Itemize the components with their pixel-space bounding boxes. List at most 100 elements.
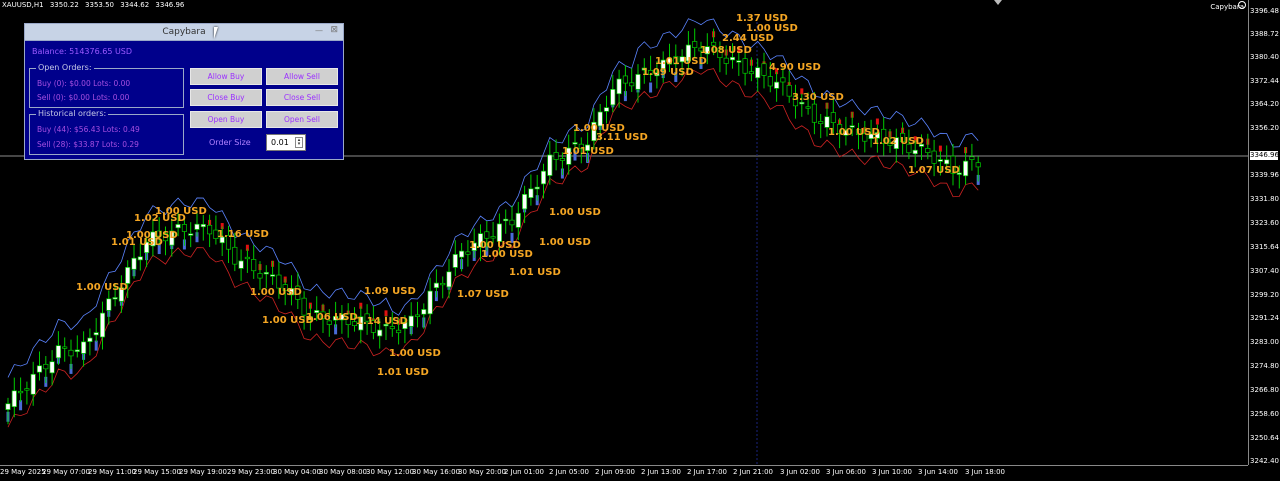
allow-sell-button[interactable]: Allow Sell [266,68,338,85]
price-tick-label: 3315.64 [1250,243,1279,251]
price-tick-label: 3307.40 [1250,267,1279,275]
candle-body [24,388,30,391]
shift-marker-icon[interactable] [994,0,1002,5]
price-tick-label: 3364.20 [1250,100,1279,108]
close-icon[interactable]: ⊠ [330,25,338,35]
trade-profit-label: 1.14 USD [356,316,408,327]
open-sell-button[interactable]: Open Sell [266,111,338,128]
candle-body [377,329,383,337]
balance-label: Balance: 514376.65 USD [32,47,133,56]
spinner-icon[interactable]: ▴ ▾ [295,137,303,148]
close-buy-button[interactable]: Close Buy [190,89,262,106]
ea-panel[interactable]: Capybara — ⊠ Balance: 514376.65 USD Open… [24,23,344,160]
close-sell-button[interactable]: Close Sell [266,89,338,106]
hist-buy-summary: Buy (44): $56.43 Lots: 0.49 [37,125,140,134]
trade-profit-label: 1.16 USD [217,229,269,240]
order-size-label: Order Size [209,138,251,147]
candle-body [251,259,257,272]
time-tick-label: 3 Jun 10:00 [872,468,913,476]
candle-body [5,403,11,410]
candle-body [553,152,559,160]
candle-body [503,218,509,222]
candle-body [81,341,87,354]
price-tick-label: 3283.00 [1250,338,1279,346]
trade-profit-label: 1.01 USD [655,56,707,67]
candle-body [49,361,55,374]
open-orders-group: Open Orders: Buy (0): $0.00 Lots: 0.00 S… [29,63,184,108]
trade-profit-label: 1.09 USD [364,286,416,297]
trade-profit-label: 1.02 USD [872,136,924,147]
mouse-cursor-icon [214,27,218,39]
candle-body [459,250,465,258]
time-tick-label: 29 May 2025 [0,468,46,476]
price-scale[interactable]: 3396.48 3388.72 3380.40 3372.44 3364.20 3356.… [1248,0,1280,465]
candle-body [408,315,414,327]
trend-block [94,340,98,351]
smile-icon[interactable] [1238,1,1246,9]
minimize-icon[interactable]: — [315,26,323,35]
time-tick-label: 2 Jun 13:00 [641,468,682,476]
ea-titlebar[interactable]: Capybara — ⊠ [25,24,343,41]
high-value: 3353.50 [85,1,114,9]
trade-profit-label: 3.11 USD [596,132,648,143]
candle-body [106,298,112,311]
time-tick-label: 29 May 23:00 [227,468,276,476]
candle-body [175,224,181,229]
historical-orders-group: Historical orders: Buy (44): $56.43 Lots… [29,109,184,155]
candle-body [534,186,540,190]
candle-body [427,290,433,315]
trade-profit-label: 1.09 USD [642,67,694,78]
trade-profit-label: 1.00 USD [126,230,178,241]
time-tick-label: 30 May 16:00 [412,468,461,476]
candle-body [263,272,269,275]
symbol-label: XAUUSD,H1 [2,1,44,9]
time-tick-label: 2 Jun 01:00 [504,468,545,476]
candle-body [18,390,24,394]
price-tick-label: 3242.40 [1250,457,1279,465]
candle-body [528,188,534,198]
candle-body [509,219,515,226]
candle-body [396,329,402,334]
trend-block [649,82,653,93]
candle-body [748,71,754,75]
candle-body [433,282,439,289]
candle-body [540,170,547,185]
candle-body [603,107,610,112]
candle-body [484,231,490,239]
time-tick-label: 2 Jun 17:00 [687,468,728,476]
candle-body [774,81,780,89]
candle-body [780,77,786,83]
candle-body [767,76,773,87]
trend-block [938,145,942,152]
time-tick-label: 30 May 12:00 [366,468,415,476]
candle-body [74,349,80,352]
candle-body [963,160,969,177]
candle-body [786,85,792,97]
allow-buy-button[interactable]: Allow Buy [190,68,262,85]
trade-profit-label: 1.00 USD [539,237,591,248]
candle-body [742,58,748,74]
candle-body [610,89,616,106]
time-tick-label: 2 Jun 05:00 [549,468,590,476]
candle-body [937,159,943,162]
time-tick-label: 2 Jun 09:00 [595,468,636,476]
time-scale[interactable]: 29 May 2025 29 May 07:00 29 May 11:00 29 Ma… [0,465,1248,481]
trade-profit-label: 1.07 USD [908,165,960,176]
candle-body [761,63,767,76]
candle-body [465,251,471,255]
price-tick-label: 3396.48 [1250,7,1279,15]
candle-body [238,260,244,269]
trade-profit-label: 1.08 USD [700,45,752,56]
candle-body [635,74,641,90]
price-tick-label: 3258.60 [1250,410,1279,418]
candle-body [11,390,17,408]
open-buy-button[interactable]: Open Buy [190,111,262,128]
candle-body [692,41,698,48]
trade-profit-label: 1.00 USD [481,249,533,260]
price-tick-label: 3372.44 [1250,77,1279,85]
candle-body [188,233,194,236]
order-size-input[interactable]: 0.01 ▴ ▾ [266,134,306,151]
trade-profit-label: 1.00 USD [250,287,302,298]
price-tick-label: 3274.80 [1250,362,1279,370]
candle-body [131,257,137,270]
